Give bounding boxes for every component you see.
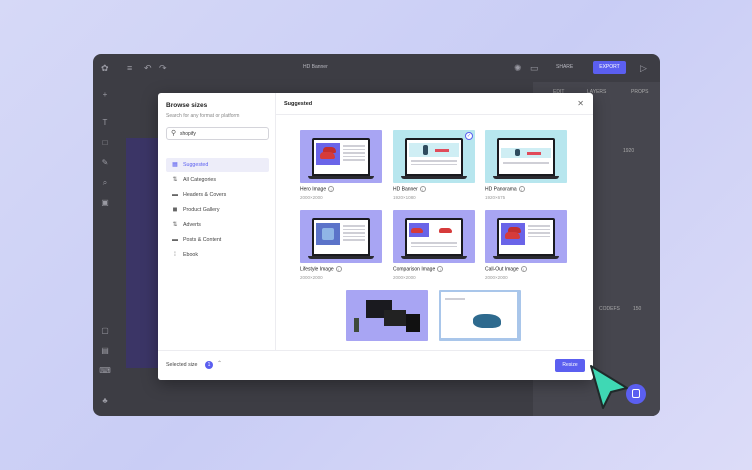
thumbnail xyxy=(439,290,521,341)
width-value[interactable]: 1920 xyxy=(623,148,634,154)
font-size-value[interactable]: 150 xyxy=(633,306,641,312)
search-field[interactable]: ⚲ xyxy=(166,127,269,140)
info-icon[interactable]: i xyxy=(419,186,426,192)
category-all[interactable]: ⇅ All Categories xyxy=(166,173,269,187)
card-title: HD Panorama i xyxy=(485,186,525,192)
browse-sizes-dialog: Browse sizes Search for any format or pl… xyxy=(158,93,593,380)
add-icon[interactable]: + xyxy=(99,90,111,99)
close-icon[interactable]: ✕ xyxy=(577,99,584,108)
selected-count-badge: 1 xyxy=(205,361,213,369)
category-label: Posts & Content xyxy=(183,237,222,243)
pen-icon[interactable]: ✎ xyxy=(99,158,111,167)
image-icon[interactable]: ▣ xyxy=(99,198,111,207)
category-label: Product Gallery xyxy=(183,207,220,213)
info-icon[interactable]: i xyxy=(328,186,335,192)
chat-icon xyxy=(632,389,640,398)
editor-topbar: ✿ ≡ ↶ ↷ HD Banner ✺ ▭ SHARE EXPORT ▷ xyxy=(93,54,660,82)
card-size: 2000×2000 xyxy=(300,195,323,200)
left-toolbar: + T □ ✎ ⌕ ▣ ▢ ▤ ⌨ ♣ xyxy=(93,82,117,416)
dialog-footer: Selected size 1 ⌃ Resize xyxy=(158,350,593,380)
menu-icon[interactable]: ≡ xyxy=(127,63,132,73)
card-title: Lifestyle Image i xyxy=(300,266,342,272)
shape-icon[interactable]: □ xyxy=(99,138,111,147)
category-product-gallery[interactable]: ◼ Product Gallery xyxy=(166,203,269,217)
header-icon: ▬ xyxy=(172,192,178,198)
card-size: 2000×2000 xyxy=(393,275,416,280)
folder-icon[interactable]: ▭ xyxy=(530,63,539,73)
category-suggested[interactable]: ▦ Suggested xyxy=(166,158,269,172)
thumbnail xyxy=(346,290,428,341)
category-posts[interactable]: ▬ Posts & Content xyxy=(166,233,269,247)
zoom-icon[interactable]: ⌕ xyxy=(99,178,111,188)
info-icon[interactable]: i xyxy=(437,266,444,272)
thumbnail xyxy=(485,210,567,263)
info-icon[interactable]: i xyxy=(520,266,527,272)
dialog-title: Browse sizes xyxy=(166,102,208,109)
category-label: Headers & Covers xyxy=(183,192,227,198)
dialog-header: Suggested ✕ xyxy=(276,93,593,115)
chevron-up-icon[interactable]: ⌃ xyxy=(217,360,222,367)
card-size: 2000×2000 xyxy=(485,275,508,280)
category-label: All Categories xyxy=(183,177,216,183)
thumbnail xyxy=(485,130,567,183)
card-title: Comparison Image i xyxy=(393,266,444,272)
search-input[interactable] xyxy=(180,130,265,138)
text-icon[interactable]: T xyxy=(99,118,111,127)
card-title: Hero Image i xyxy=(300,186,335,192)
frame-icon[interactable]: ▢ xyxy=(99,326,111,335)
info-icon[interactable]: i xyxy=(335,266,342,272)
export-button[interactable]: EXPORT xyxy=(593,61,626,74)
help-icon[interactable]: ♣ xyxy=(99,396,111,405)
card-size: 2000×2000 xyxy=(300,275,323,280)
bag-icon: ◼ xyxy=(172,207,178,213)
thumbnail xyxy=(393,210,475,263)
category-label: Ebook xyxy=(183,252,199,258)
resize-button[interactable]: Resize xyxy=(555,359,585,372)
search-icon: ⚲ xyxy=(171,130,177,137)
layers-icon[interactable]: ▤ xyxy=(99,346,111,355)
dialog-subtitle: Search for any format or platform xyxy=(166,113,240,119)
share-button[interactable]: SHARE xyxy=(556,64,573,70)
sort-icon: ⇅ xyxy=(172,222,178,228)
dialog-sidebar: Browse sizes Search for any format or pl… xyxy=(158,93,276,350)
undo-icon[interactable]: ↶ xyxy=(144,63,152,73)
posts-icon: ▬ xyxy=(172,237,178,243)
card-title: HD Banner i xyxy=(393,186,426,192)
redo-icon[interactable]: ↷ xyxy=(159,63,167,73)
thumbnail: ✓ xyxy=(393,130,475,183)
selected-size-label: Selected size xyxy=(166,362,198,368)
section-title: Suggested xyxy=(284,101,313,107)
logo-icon: ✿ xyxy=(101,63,109,73)
cursor-arrow-icon xyxy=(590,365,628,409)
category-label: Adverts xyxy=(183,222,201,228)
sort-icon: ⇅ xyxy=(172,177,178,183)
thumbnail xyxy=(300,130,382,183)
card-title: Call-Out Image i xyxy=(485,266,527,272)
category-headers[interactable]: ▬ Headers & Covers xyxy=(166,188,269,202)
font-label: CODEFS xyxy=(599,306,620,312)
card-size: 1920×1080 xyxy=(393,195,416,200)
sun-icon[interactable]: ✺ xyxy=(514,63,522,73)
checkmark-icon: ✓ xyxy=(465,132,473,140)
category-label: Suggested xyxy=(183,162,209,168)
card-size: 1920×675 xyxy=(485,195,506,200)
info-icon[interactable]: i xyxy=(518,186,525,192)
category-ebook[interactable]: ⁞ Ebook xyxy=(166,248,269,262)
play-icon[interactable]: ▷ xyxy=(640,63,647,73)
document-title[interactable]: HD Banner xyxy=(303,64,328,70)
category-adverts[interactable]: ⇅ Adverts xyxy=(166,218,269,232)
ebook-icon: ⁞ xyxy=(174,252,176,258)
grid-icon: ▦ xyxy=(172,162,178,168)
tab-props[interactable]: PROPS xyxy=(631,89,649,95)
thumbnail xyxy=(300,210,382,263)
keyboard-icon[interactable]: ⌨ xyxy=(99,366,111,375)
